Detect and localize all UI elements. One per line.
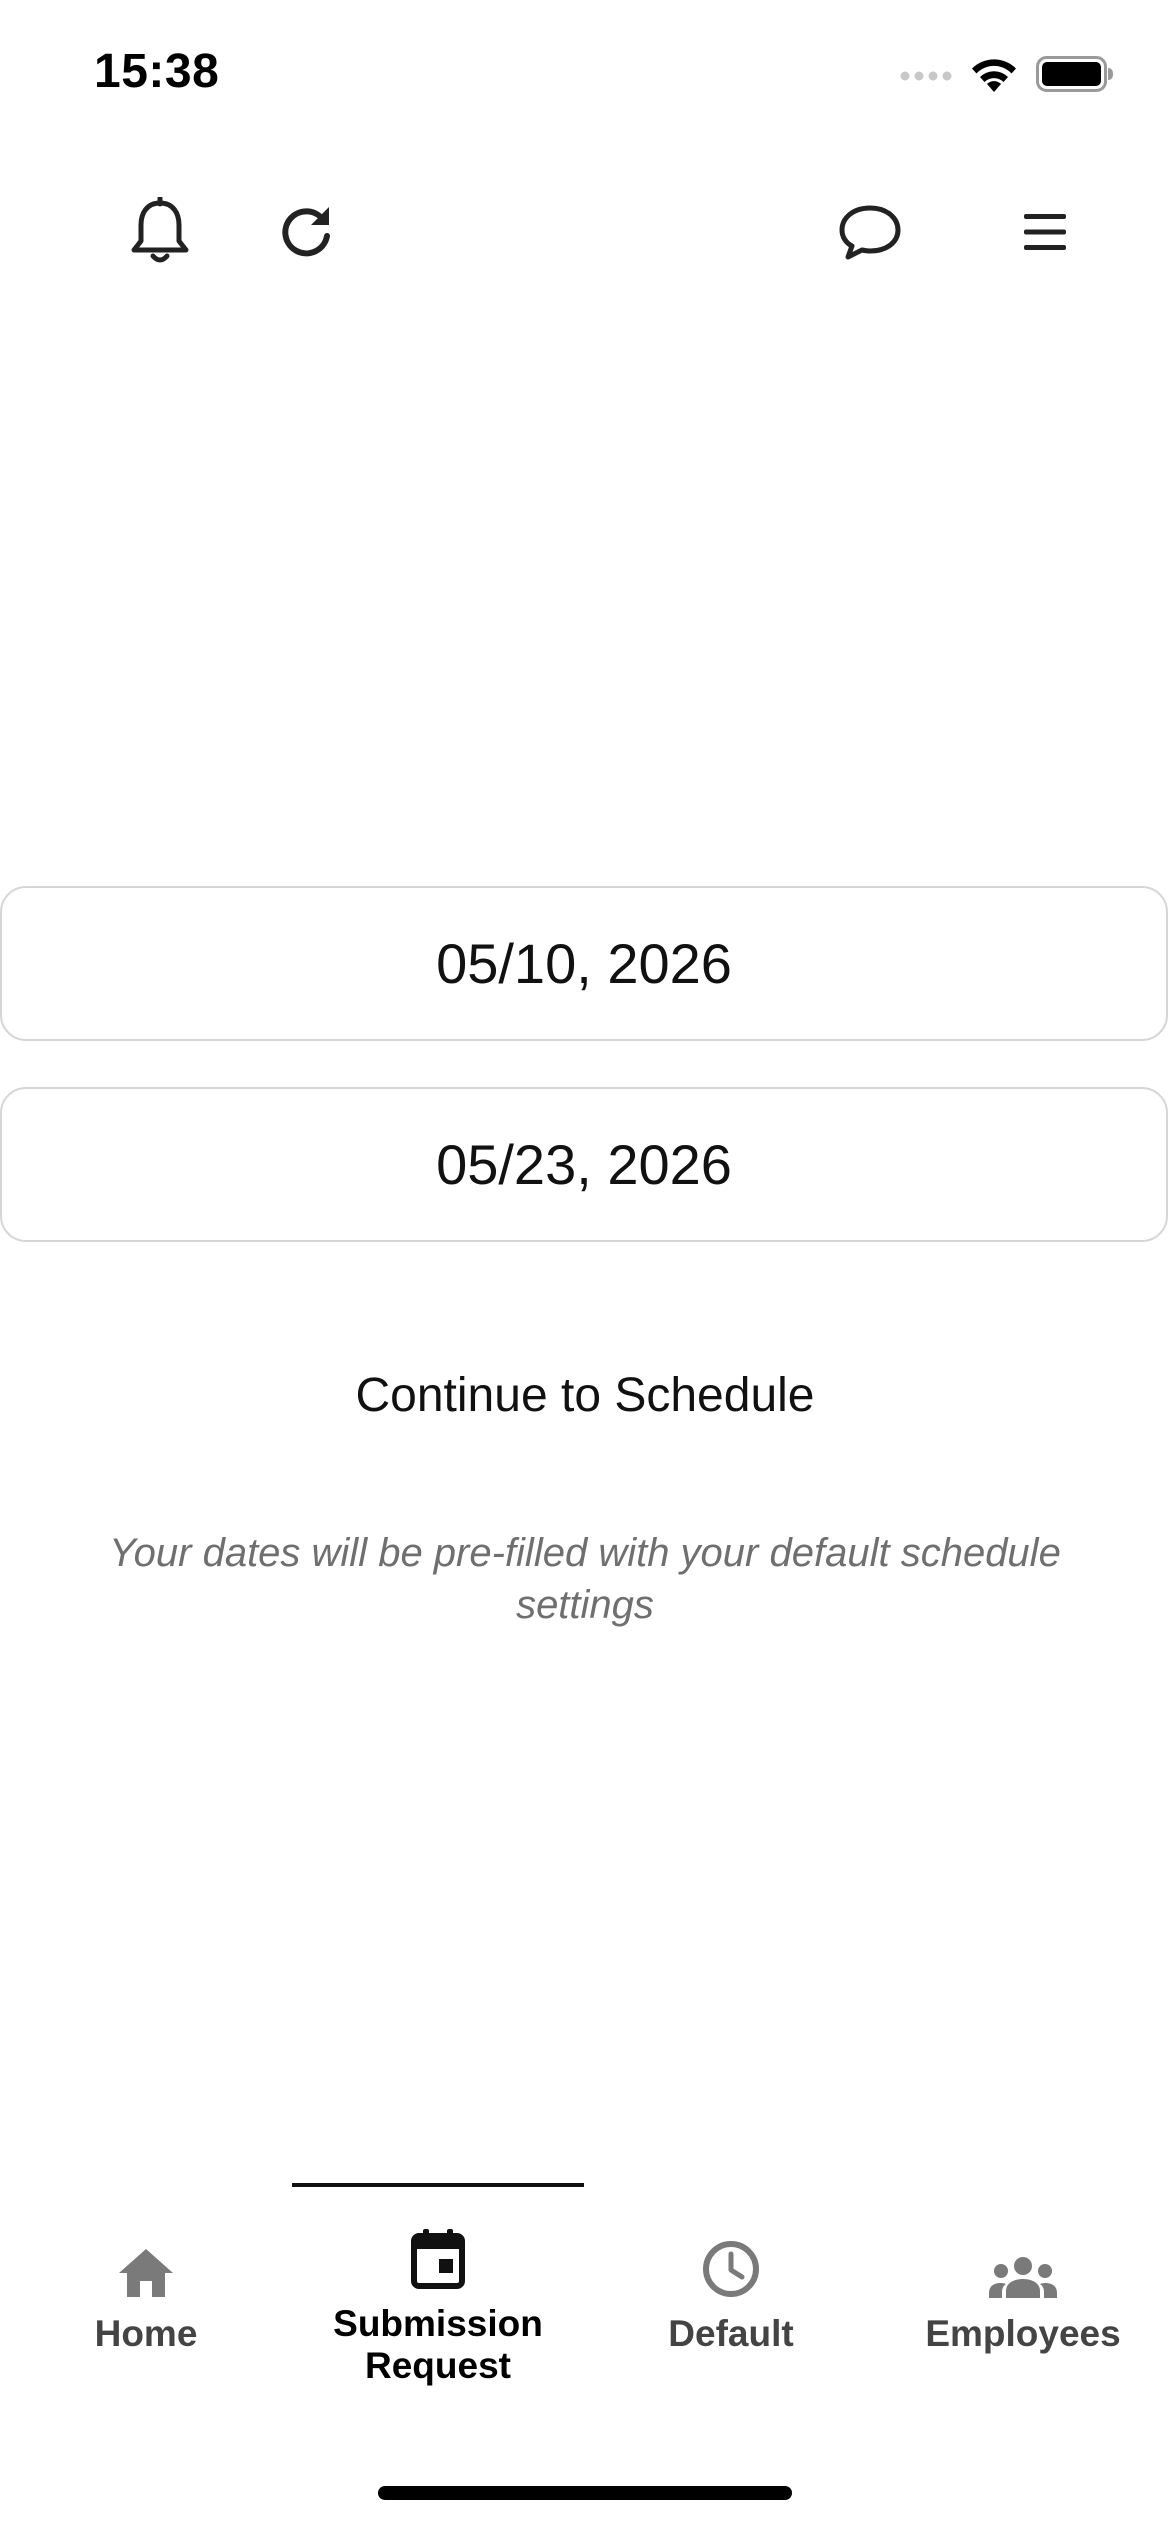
tab-employees[interactable]: Employees	[877, 2215, 1169, 2405]
clock-icon	[703, 2241, 759, 2297]
screen: 15:38 05/10, 2026 05/23, 2026 Continue t…	[0, 0, 1170, 2532]
home-icon	[119, 2249, 173, 2297]
tab-home[interactable]: Home	[0, 2215, 292, 2405]
bell-icon	[131, 197, 189, 263]
home-indicator	[378, 2486, 792, 2500]
messages-button[interactable]	[828, 190, 912, 274]
refresh-button[interactable]	[264, 190, 348, 274]
notifications-button[interactable]	[118, 190, 202, 274]
status-icons	[900, 48, 1114, 100]
tab-employees-label: Employees	[925, 2313, 1121, 2354]
tab-submission-request[interactable]: Submission Request	[292, 2225, 584, 2415]
menu-icon	[1024, 214, 1066, 250]
active-tab-indicator	[292, 2183, 584, 2187]
prefill-hint-text: Your dates will be pre-filled with your …	[109, 1531, 1061, 1627]
calendar-icon	[411, 2229, 465, 2289]
cellular-signal-icon	[900, 71, 952, 81]
end-date-field[interactable]: 05/23, 2026	[0, 1087, 1168, 1242]
people-icon	[989, 2257, 1057, 2298]
tab-default-label: Default	[668, 2313, 794, 2354]
wifi-icon	[972, 59, 1016, 92]
tab-default[interactable]: Default	[585, 2215, 877, 2405]
start-date-field[interactable]: 05/10, 2026	[0, 886, 1168, 1041]
continue-to-schedule-button[interactable]: Continue to Schedule	[300, 1340, 870, 1450]
menu-button[interactable]	[1003, 190, 1087, 274]
refresh-icon	[282, 207, 330, 257]
tab-home-label: Home	[94, 2313, 198, 2354]
tab-submission-request-label: Submission Request	[333, 2303, 543, 2386]
battery-icon	[1036, 56, 1113, 92]
chat-bubble-icon	[839, 205, 901, 260]
status-time: 15:38	[94, 45, 220, 98]
